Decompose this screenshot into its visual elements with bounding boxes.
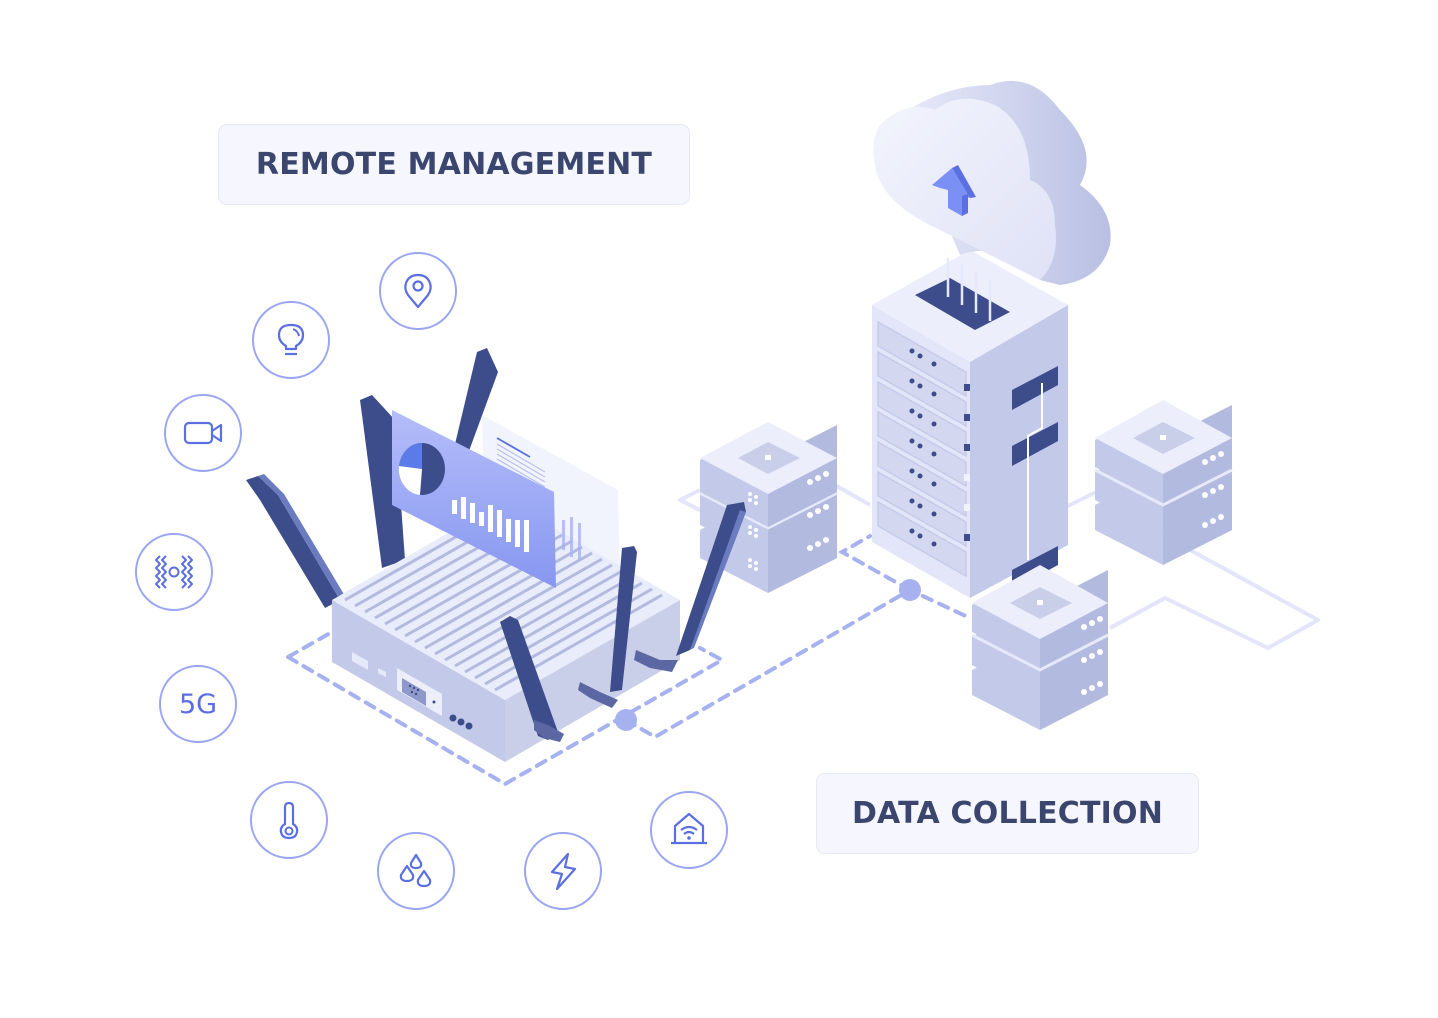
- cloud: [873, 80, 1111, 285]
- connection-line-top: [834, 483, 871, 507]
- router-gateway: [246, 348, 746, 762]
- illustration-stage: REMOTE MANAGEMENT DATA COLLECTION 5G: [0, 0, 1438, 1018]
- connection-line-storage-loop: [1109, 548, 1320, 650]
- light-bulb-circle: [252, 301, 330, 379]
- network-illustration: [246, 80, 1320, 787]
- storage-stack-right: [1094, 400, 1233, 565]
- location-pin-icon: [404, 273, 432, 309]
- smart-home-wifi-icon: [671, 812, 707, 845]
- water-drops-circle: [377, 832, 455, 910]
- light-bulb-icon: [277, 323, 305, 356]
- water-drops-icon: [399, 853, 432, 888]
- smart-home-circle: [650, 791, 728, 869]
- video-camera-icon: [183, 421, 223, 445]
- location-pin-circle: [379, 252, 457, 330]
- storage-stack-front: [971, 565, 1109, 730]
- connection-node-rack: [899, 579, 921, 601]
- video-camera-circle: [164, 394, 242, 472]
- lightning-bolt-circle: [524, 832, 602, 910]
- 5g-circle: 5G: [159, 665, 237, 743]
- antenna: [246, 476, 340, 608]
- vibration-circle: [135, 533, 213, 611]
- lightning-bolt-icon: [550, 852, 577, 891]
- server-rack: [872, 250, 1068, 598]
- data-collection-label: DATA COLLECTION: [816, 773, 1199, 854]
- thermometer-circle: [250, 781, 328, 859]
- 5g-icon: 5G: [178, 688, 218, 720]
- remote-management-label: REMOTE MANAGEMENT: [218, 124, 690, 205]
- connection-node-router: [615, 709, 637, 731]
- vibration-icon: [155, 555, 193, 589]
- thermometer-icon: [279, 801, 299, 840]
